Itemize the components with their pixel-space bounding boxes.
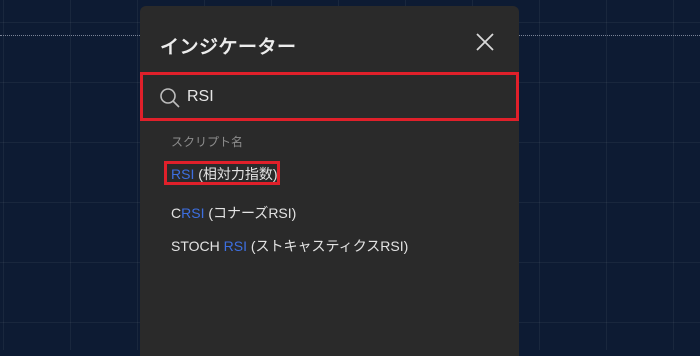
result-item-crsi[interactable]: CRSI (コナーズRSI)	[171, 203, 296, 223]
result-suffix: (ストキャスティクスRSI)	[246, 238, 409, 254]
search-input[interactable]	[187, 83, 487, 111]
search-icon	[160, 88, 180, 108]
section-label: スクリプト名	[171, 135, 244, 149]
result-item-rsi[interactable]: RSI (相対力指数)	[171, 164, 278, 184]
result-match: RSI	[171, 166, 195, 182]
result-suffix: (相対力指数)	[194, 166, 278, 182]
result-suffix: (コナーズRSI)	[204, 205, 297, 221]
close-button[interactable]	[473, 30, 497, 54]
result-prefix: STOCH	[171, 238, 224, 254]
dialog-title: インジケーター	[160, 36, 297, 58]
indicators-dialog: インジケーター スクリプト名 RSI (相対力指数) CRSI (コナーズRSI…	[140, 6, 519, 356]
result-match: RSI	[223, 238, 247, 254]
close-icon	[476, 33, 494, 51]
result-prefix: C	[171, 205, 182, 221]
search-box[interactable]	[143, 75, 516, 118]
result-item-stoch-rsi[interactable]: STOCH RSI (ストキャスティクスRSI)	[171, 236, 408, 256]
result-match: RSI	[181, 205, 205, 221]
